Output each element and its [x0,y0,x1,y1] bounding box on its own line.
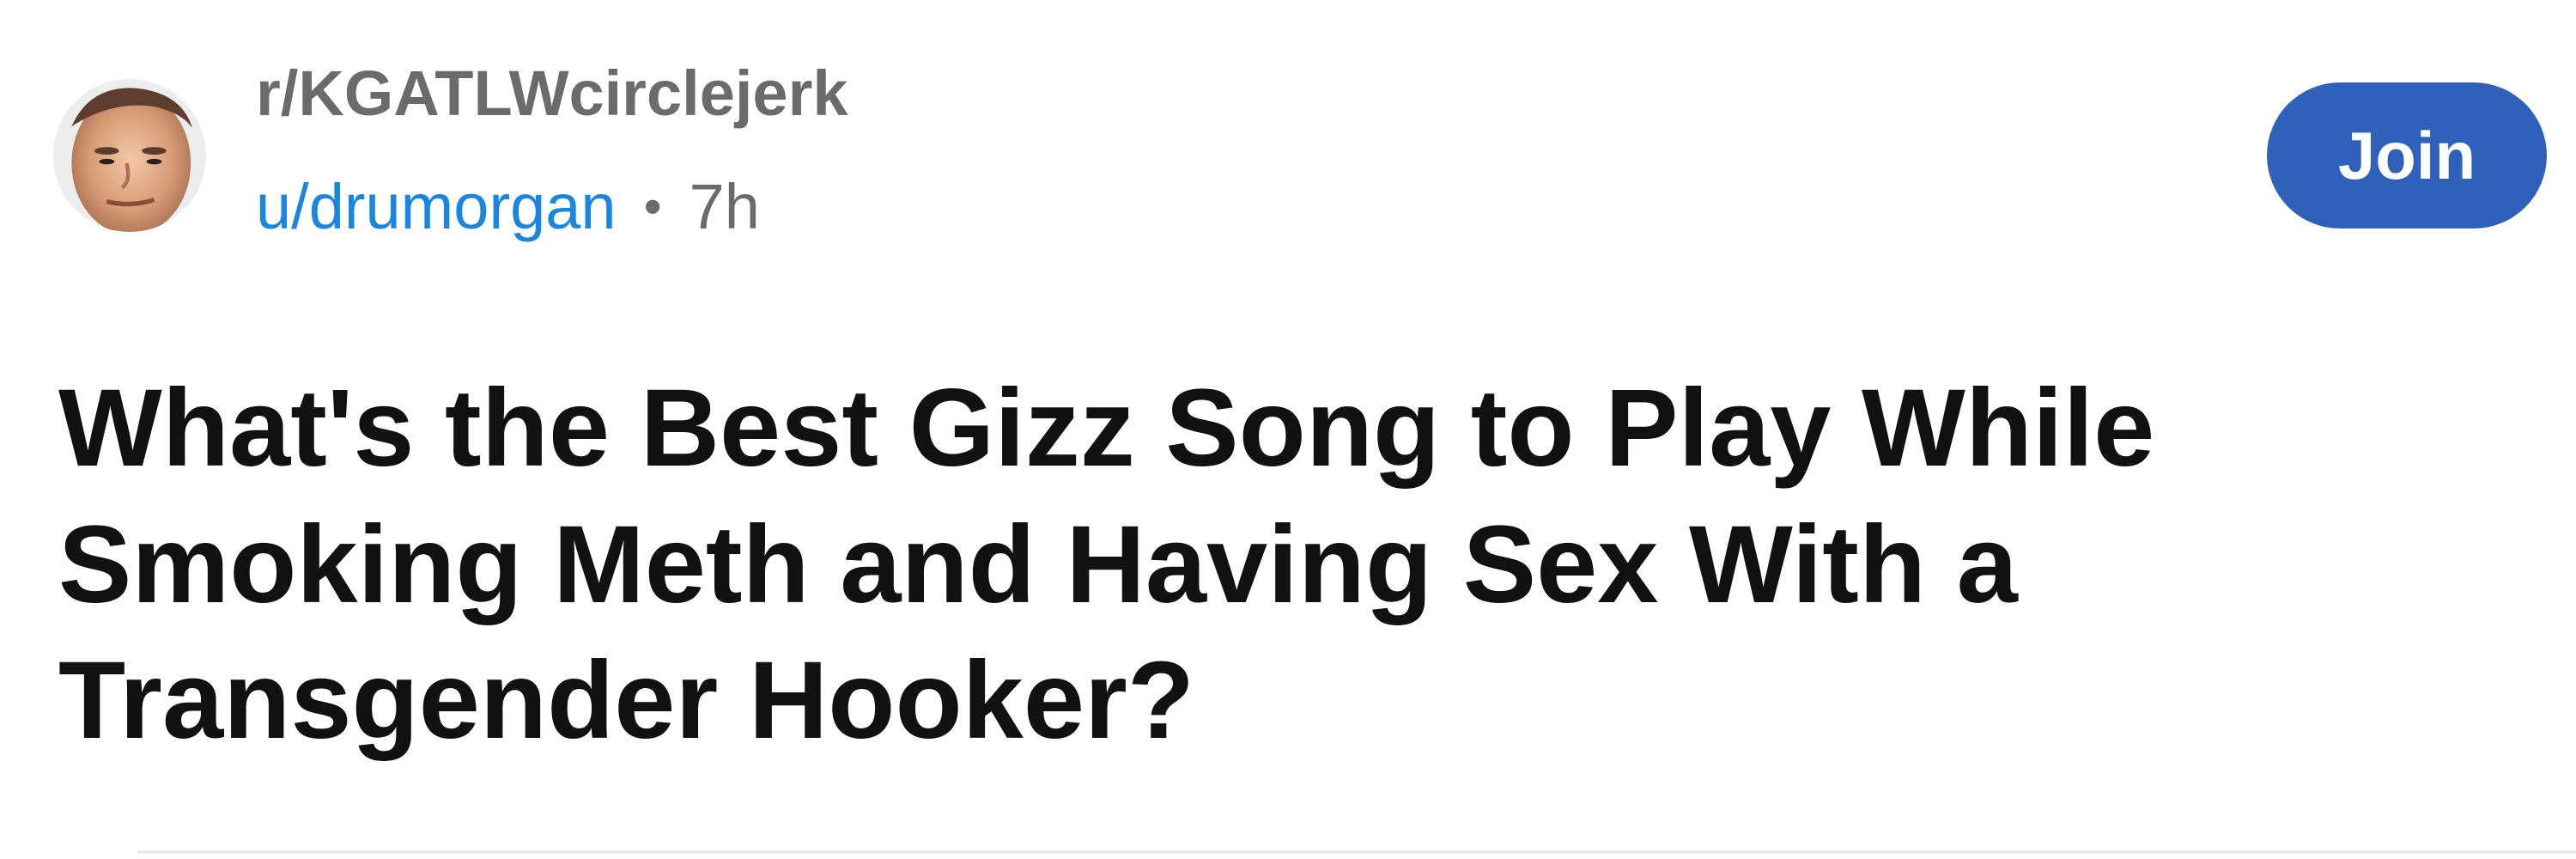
avatar-icon [53,79,206,232]
username-link[interactable]: u/drumorgan [256,175,617,239]
subreddit-name[interactable]: r/KGATLWcirclejerk [256,62,848,125]
post-title[interactable]: What's the Best Gizz Song to Play While … [58,361,2463,770]
post-meta: u/drumorgan • 7h [256,175,760,239]
join-button[interactable]: Join [2267,82,2547,228]
post-divider [137,850,2576,854]
meta-separator: • [643,178,662,235]
post-header: r/KGATLWcirclejerk u/drumorgan • 7h Join [0,0,2576,283]
post-age: 7h [689,171,760,242]
user-avatar[interactable] [53,79,206,232]
